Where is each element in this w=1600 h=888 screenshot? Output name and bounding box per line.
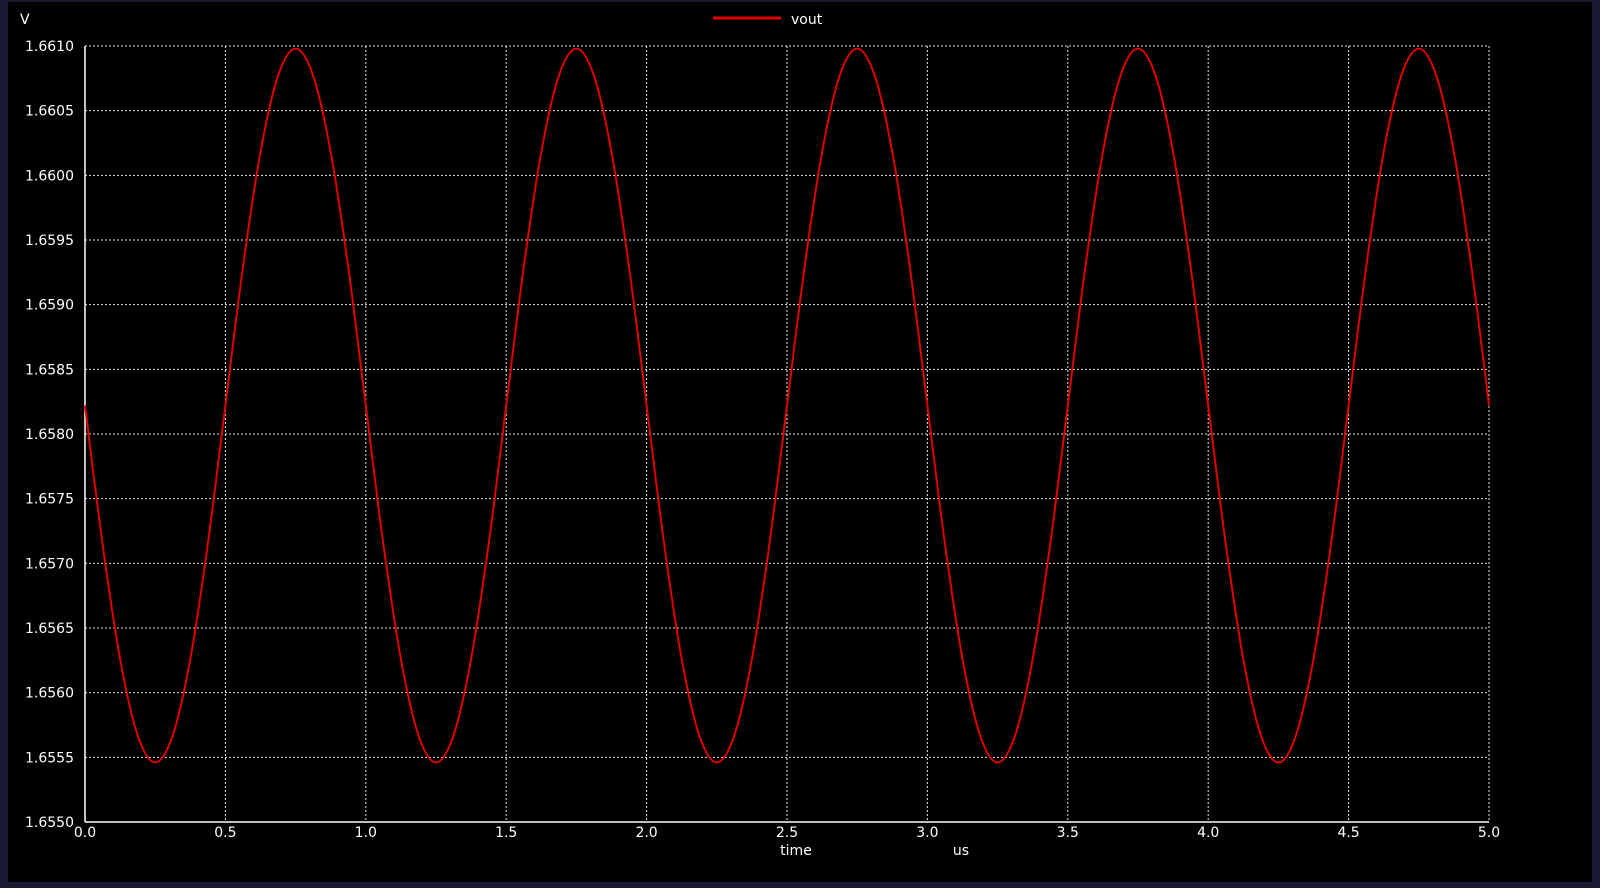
x-tick-label: 1.0: [355, 825, 377, 841]
tick-labels: 0.0 0.5 1.0 1.5 2.0 2.5 3.0 3.5 4.0 4.5 5.0 1.6550 1…: [25, 39, 1500, 841]
x-tick-label: 3.5: [1057, 825, 1079, 841]
x-tick-label: 2.0: [635, 825, 657, 841]
x-tick-label: 2.5: [776, 825, 798, 841]
x-tick-label: 4.0: [1197, 825, 1219, 841]
waveform-chart: 0.0 0.5 1.0 1.5 2.0 2.5 3.0 3.5 4.0 4.5 5.0 1.6550 1…: [20, 12, 1500, 859]
y-tick-label: 1.6600: [25, 168, 74, 184]
legend[interactable]: vout: [713, 12, 823, 28]
legend-label-vout: vout: [791, 12, 823, 28]
y-tick-label: 1.6590: [25, 298, 74, 314]
y-tick-label: 1.6555: [25, 750, 74, 766]
y-tick-label: 1.6560: [25, 686, 74, 702]
y-tick-label: 1.6580: [25, 427, 74, 443]
x-tick-label: 5.0: [1478, 825, 1500, 841]
y-axis-label: V: [20, 12, 30, 28]
x-axis-label: time: [780, 843, 812, 859]
x-tick-label: 1.5: [495, 825, 517, 841]
y-tick-label: 1.6565: [25, 621, 74, 637]
y-tick-label: 1.6570: [25, 556, 74, 572]
y-tick-label: 1.6575: [25, 492, 74, 508]
y-tick-label: 1.6610: [25, 39, 74, 55]
y-tick-label: 1.6550: [25, 815, 74, 831]
y-tick-label: 1.6585: [25, 362, 74, 378]
y-tick-label: 1.6595: [25, 233, 74, 249]
grid: [85, 45, 1490, 822]
plot-window: 0.0 0.5 1.0 1.5 2.0 2.5 3.0 3.5 4.0 4.5 5.0 1.6550 1…: [8, 2, 1592, 882]
x-tick-label: 0.5: [214, 825, 236, 841]
y-tick-label: 1.6605: [25, 104, 74, 120]
x-axis-unit: us: [953, 843, 969, 859]
x-tick-label: 4.5: [1337, 825, 1359, 841]
x-tick-label: 3.0: [916, 825, 938, 841]
x-tick-label: 0.0: [74, 825, 96, 841]
